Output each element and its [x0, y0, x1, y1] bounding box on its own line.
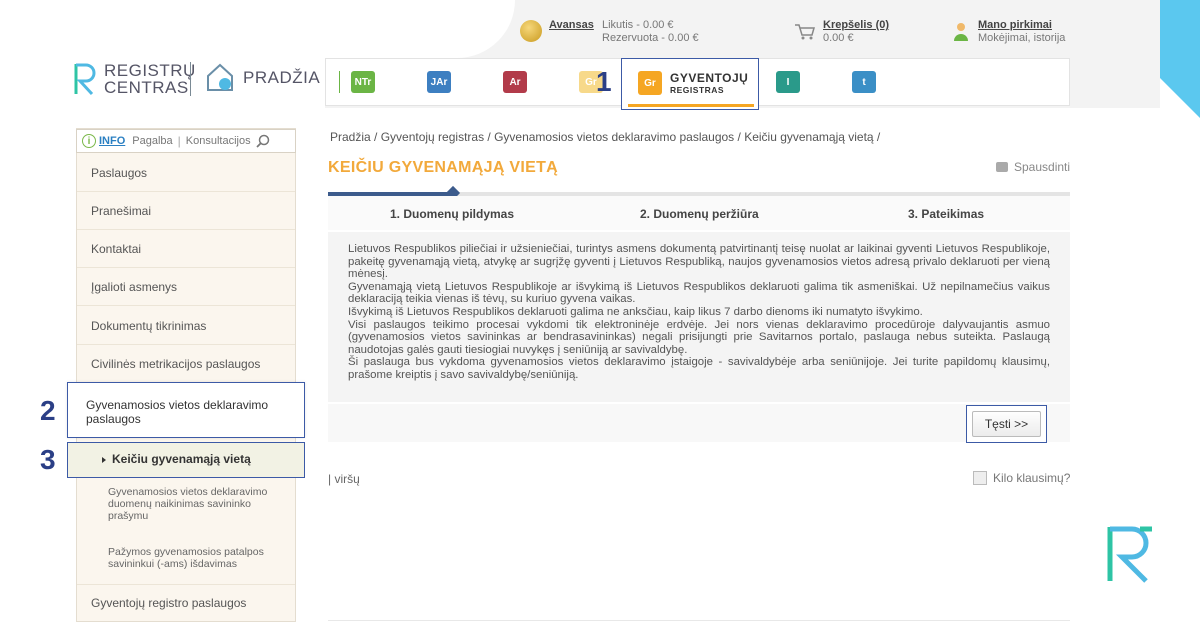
- purchases-block: Mano pirkimai Mokėjimai, istorija: [978, 19, 1065, 45]
- sidebar-item-kontaktai[interactable]: Kontaktai: [91, 242, 141, 256]
- reserved-text: Rezervuota - 0.00 €: [602, 32, 699, 44]
- logo-line2: CENTRAS: [104, 78, 189, 97]
- cart-sum: 0.00 €: [823, 32, 854, 44]
- jar-icon[interactable]: JAr: [427, 71, 451, 93]
- sidebar-subitem-pazymos[interactable]: Pažymos gyvenamosios patalpos savininkui…: [108, 546, 288, 570]
- purchases-sub: Mokėjimai, istorija: [978, 32, 1066, 44]
- sidebar-item-keiciu-vieta[interactable]: Keičiu gyvenamąją vietą: [67, 442, 305, 478]
- sidebar-divider: [77, 229, 295, 230]
- help-link[interactable]: Pagalba: [132, 135, 172, 147]
- info-paragraph: Išvykimą iš Lietuvos Respublikos deklaru…: [348, 305, 923, 318]
- footer-divider: [328, 620, 1070, 621]
- logo-line1: REGISTRŲ: [104, 61, 196, 80]
- info-link[interactable]: INFO: [99, 135, 125, 147]
- back-to-top-link[interactable]: | viršų: [328, 472, 360, 486]
- rc-logo-icon: [74, 63, 96, 96]
- printer-icon: [996, 162, 1008, 172]
- callout-2: 2: [40, 395, 56, 426]
- info-paragraph: Lietuvos Respublikos piliečiai ir užsien…: [348, 243, 1050, 281]
- t-icon[interactable]: t: [852, 71, 876, 93]
- sidebar-subitem-naikinimas[interactable]: Gyvenamosios vietos deklaravimo duomenų …: [108, 486, 288, 522]
- consult-link[interactable]: Konsultacijos: [186, 135, 251, 147]
- cart-icon[interactable]: [795, 24, 815, 40]
- info-text: Lietuvos Respublikos piliečiai ir užsien…: [348, 243, 1050, 382]
- step-1: 1. Duomenų pildymas: [390, 207, 515, 221]
- info-paragraph: Visi paslaugos teikimo procesai vykdomi …: [348, 318, 1050, 356]
- help-search-bar[interactable]: i INFO Pagalba | Konsultacijos: [76, 129, 296, 153]
- ar-icon[interactable]: Ar: [503, 71, 527, 93]
- step-2: 2. Duomenų peržiūra: [640, 207, 759, 221]
- sidebar-divider: [77, 344, 295, 345]
- step-3: 3. Pateikimas: [908, 207, 985, 221]
- info-paragraph: Gyvenamąją vietą Lietuvos Respublikoje a…: [348, 280, 1050, 306]
- rc-watermark-logo: [1107, 526, 1152, 583]
- balance-text: Likutis - 0.00 €: [602, 19, 674, 31]
- purchases-link[interactable]: Mano pirkimai: [978, 19, 1052, 31]
- cart-block: Krepšelis (0) 0.00 €: [823, 19, 889, 45]
- user-add-icon[interactable]: [952, 22, 970, 42]
- tab-label-line2: REGISTRAS: [670, 85, 725, 95]
- question-icon: [973, 471, 987, 485]
- ntr-icon[interactable]: NTr: [351, 71, 375, 93]
- callout-3: 3: [40, 444, 56, 475]
- tab-label-line1: GYVENTOJŲ: [670, 71, 749, 85]
- print-button[interactable]: Spausdinti: [996, 160, 1070, 174]
- sidebar-item-civilines-metrikacijos[interactable]: Civilinės metrikacijos paslaugos: [91, 357, 260, 371]
- portal-name: PRADŽIA: [243, 68, 321, 87]
- faq-link[interactable]: Kilo klausimų?: [973, 471, 1070, 485]
- info-paragraph: Ši paslauga bus vykdoma gyvenamosios vie…: [348, 356, 1050, 381]
- coins-icon: [520, 20, 542, 42]
- sidebar-divider: [77, 191, 295, 192]
- balance-block: Likutis - 0.00 € Rezervuota - 0.00 €: [602, 19, 699, 45]
- sidebar-divider: [77, 305, 295, 306]
- tab-gyventoju-registras[interactable]: Gr GYVENTOJŲ REGISTRAS: [621, 58, 759, 110]
- page-title: KEIČIU GYVENAMĄJĄ VIETĄ: [328, 159, 559, 176]
- gr-icon: Gr: [638, 71, 662, 95]
- next-button[interactable]: Tęsti >>: [972, 411, 1041, 437]
- registru-centras-logo[interactable]: REGISTRŲ CENTRAS: [72, 62, 196, 96]
- sidebar-item-pranesimai[interactable]: Pranešimai: [91, 204, 151, 218]
- link-divider: |: [177, 134, 181, 148]
- sidebar-item-dokumentu-tikrinimas[interactable]: Dokumentų tikrinimas: [91, 319, 206, 333]
- next-button-highlight: Tęsti >>: [966, 405, 1047, 443]
- sidebar-item-igalioti[interactable]: Įgalioti asmenys: [91, 280, 177, 294]
- home-hand-icon: [207, 63, 233, 91]
- advance-block: Avansas: [549, 19, 594, 32]
- sidebar-item-deklaravimo-paslaugos[interactable]: Gyvenamosios vietos deklaravimo paslaugo…: [67, 382, 305, 438]
- sidebar-item-gyventoju-registro[interactable]: Gyventojų registro paslaugos: [91, 596, 246, 610]
- bullet-arrow-icon: [102, 457, 106, 463]
- advance-link[interactable]: Avansas: [549, 19, 594, 31]
- sidebar-item-paslaugos[interactable]: Paslaugos: [91, 166, 147, 180]
- info-icon: i: [82, 134, 96, 148]
- nav-marker: [339, 71, 340, 93]
- search-icon[interactable]: [255, 134, 270, 148]
- callout-1: 1: [596, 66, 612, 97]
- print-label: Spausdinti: [1014, 160, 1071, 174]
- sidebar-selected-label: Keičiu gyvenamąją vietą: [112, 452, 251, 466]
- header-curve: [325, 0, 515, 58]
- faq-label: Kilo klausimų?: [993, 471, 1071, 485]
- tab-active-underline: [628, 104, 754, 107]
- sidebar-divider: [77, 584, 295, 585]
- info-sys-icon[interactable]: I: [776, 71, 800, 93]
- pradzia-logo[interactable]: PRADŽIA: [205, 62, 320, 94]
- breadcrumb[interactable]: Pradžia / Gyventojų registras / Gyvenamo…: [330, 130, 880, 144]
- sidebar-group-label: Gyvenamosios vietos deklaravimo paslaugo…: [86, 398, 269, 426]
- action-row: [328, 404, 1070, 442]
- sidebar-divider: [77, 267, 295, 268]
- logo-divider: [190, 62, 191, 96]
- cart-link[interactable]: Krepšelis (0): [823, 19, 889, 31]
